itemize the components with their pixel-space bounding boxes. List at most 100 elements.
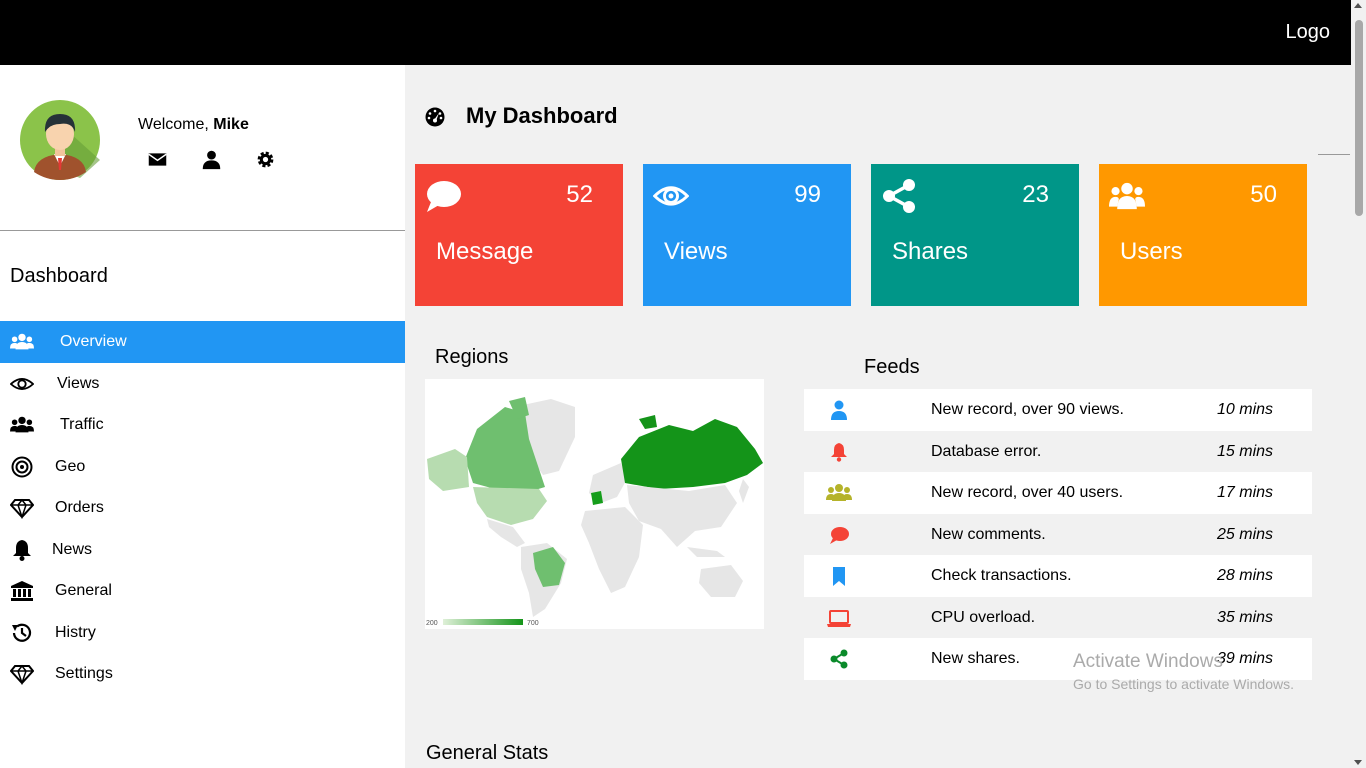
map-legend-bar [443,619,523,625]
avatar [20,100,100,180]
user-name: Mike [213,116,249,133]
feed-text: Check transactions. [931,567,1072,584]
envelope-icon[interactable] [147,149,168,170]
sidebar-item-overview[interactable]: Overview [0,321,405,363]
bank-icon [11,581,33,601]
diamond-icon [10,664,34,685]
feed-text: New shares. [931,650,1020,667]
diamond-icon [10,498,34,519]
page-scrollbar[interactable] [1351,0,1366,768]
feed-item[interactable]: Check transactions. 28 mins [804,555,1312,597]
feed-item[interactable]: New shares. 39 mins [804,638,1312,680]
stat-label: Users [1120,238,1183,265]
feed-text: Database error. [931,442,1042,460]
regions-title: Regions [435,346,509,368]
stat-value: 99 [794,181,821,208]
sidebar-item-label: Histry [55,623,96,641]
profile-actions [147,149,276,170]
feed-item[interactable]: CPU overload. 35 mins [804,597,1312,639]
sidebar-item-label: Geo [55,457,86,475]
dashboard-icon [425,107,445,127]
sidebar-item-general[interactable]: General [0,570,405,612]
sidebar-item-label: Orders [55,499,104,516]
stat-label: Views [664,238,728,265]
user-icon[interactable] [201,149,222,170]
sidebar-divider [0,230,405,231]
scroll-down-arrow[interactable] [1354,760,1362,765]
feed-text: New record, over 90 views. [931,401,1124,418]
sidebar-item-label: Overview [60,333,127,350]
sidebar-heading: Dashboard [10,265,108,287]
sidebar-item-label: Views [57,374,100,392]
bell-icon [831,442,847,462]
feed-time: 15 mins [1217,442,1274,460]
feed-time: 25 mins [1217,525,1274,543]
users-icon [1109,182,1145,210]
title-divider [1318,154,1350,155]
comment-icon [427,181,461,212]
feed-time: 39 mins [1217,650,1274,667]
activation-watermark-title: Activate Windows [1073,651,1223,672]
activation-watermark-text: Go to Settings to activate Windows. [1073,676,1294,692]
feed-item[interactable]: New comments. 25 mins [804,514,1312,556]
feed-text: New comments. [931,525,1046,543]
sidebar-item-settings[interactable]: Settings [0,653,405,695]
feed-text: CPU overload. [931,608,1036,626]
stat-card-shares[interactable]: 23 Shares [871,164,1079,306]
feed-time: 17 mins [1217,484,1274,501]
feeds-list: New record, over 90 views. 10 mins Datab… [804,389,1312,680]
feed-item[interactable]: New record, over 40 users. 17 mins [804,472,1312,514]
stat-label: Message [436,238,534,265]
sidebar-item-news[interactable]: News [0,529,405,571]
stat-card-views[interactable]: 99 Views [643,164,851,306]
feed-text: New record, over 40 users. [931,484,1124,501]
map-legend-max: 700 [527,620,539,627]
share-icon [883,179,915,213]
regions-map[interactable]: 200 700 [425,379,764,629]
sidebar-item-label: General [55,582,112,599]
feed-time: 35 mins [1217,608,1274,626]
scroll-up-arrow[interactable] [1354,3,1362,8]
stat-value: 23 [1022,181,1049,208]
world-map[interactable]: 200 700 [425,379,764,629]
feed-item[interactable]: New record, over 90 views. 10 mins [804,389,1312,431]
users-icon [10,333,34,350]
sidebar: Welcome, Mike Dashboard Overview Views T… [0,65,405,768]
history-icon [12,623,32,642]
gear-icon[interactable] [255,149,276,170]
bell-icon [13,539,31,561]
feed-time: 10 mins [1217,401,1274,418]
stat-value: 50 [1250,181,1277,208]
eye-icon [10,377,34,390]
sidebar-item-traffic[interactable]: Traffic [0,404,405,446]
welcome-prefix: Welcome, [138,116,214,133]
share-icon [830,649,848,669]
sidebar-item-views[interactable]: Views [0,363,405,405]
general-stats-title: General Stats [426,742,549,764]
sidebar-nav: Overview Views Traffic Geo Orders News G… [0,321,405,695]
stat-card-users[interactable]: 50 Users [1099,164,1307,306]
scroll-thumb[interactable] [1355,20,1363,216]
feeds-title: Feeds [864,356,920,378]
top-bar: Logo [0,0,1351,65]
sidebar-item-geo[interactable]: Geo [0,446,405,488]
map-legend-min: 200 [426,620,438,627]
users-icon [10,416,34,433]
page-title: My Dashboard [466,103,618,128]
stat-value: 52 [566,181,593,208]
feed-time: 28 mins [1217,567,1274,584]
welcome-text: Welcome, Mike [138,116,249,134]
sidebar-item-label: Settings [55,665,113,682]
sidebar-item-label: News [52,540,93,558]
bookmark-icon [833,567,845,586]
sidebar-item-label: Traffic [60,416,104,433]
laptop-icon [827,609,851,627]
logo[interactable]: Logo [1286,21,1331,44]
sidebar-item-history[interactable]: Histry [0,612,405,654]
feed-item[interactable]: Database error. 15 mins [804,431,1312,473]
stat-label: Shares [892,238,969,265]
comment-icon [830,526,849,544]
users-icon [826,484,852,501]
sidebar-item-orders[interactable]: Orders [0,487,405,529]
stat-card-message[interactable]: 52 Message [415,164,623,306]
